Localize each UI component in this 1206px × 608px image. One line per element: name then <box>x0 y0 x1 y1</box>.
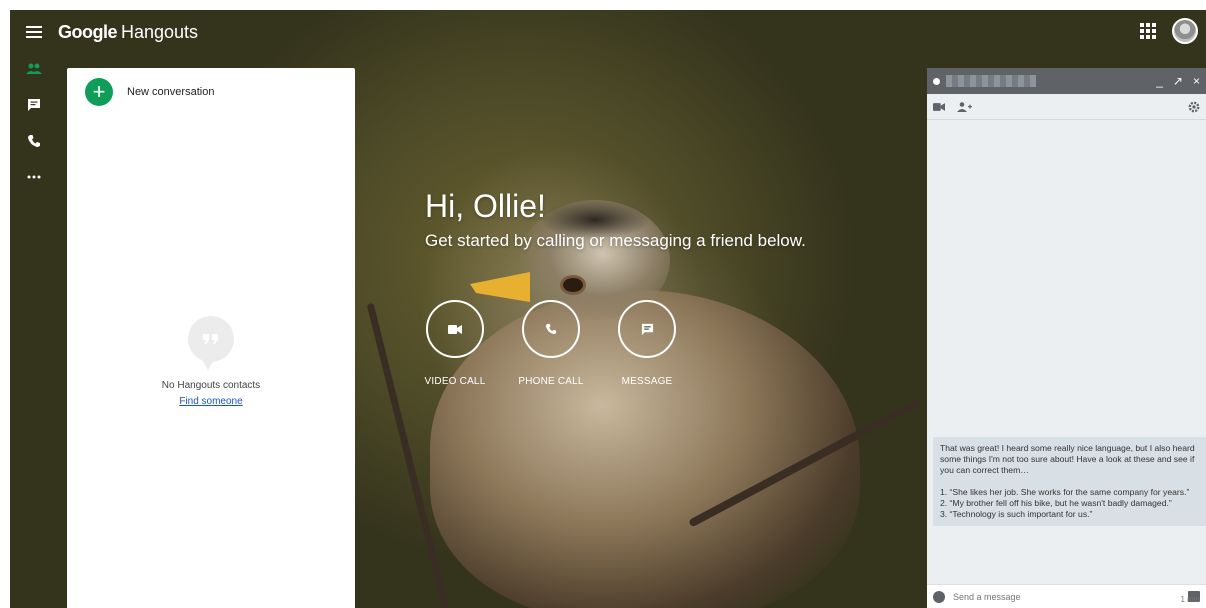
menu-icon <box>26 26 42 38</box>
greeting-title: Hi, Ollie! <box>425 188 546 224</box>
chat-input-bar <box>927 584 1206 608</box>
chat-toolbar <box>927 94 1206 120</box>
action-buttons: VIDEO CALL PHONE CALL MESSAGE <box>425 300 677 387</box>
video-call-button[interactable]: VIDEO CALL <box>425 300 485 387</box>
popout-button[interactable]: ↗ <box>1173 74 1183 88</box>
message-bubble: That was great! I heard some really nice… <box>933 437 1206 526</box>
rail-item-more[interactable] <box>19 166 49 188</box>
gear-icon[interactable] <box>1188 101 1200 113</box>
video-camera-icon[interactable] <box>933 102 945 111</box>
rail-item-messages[interactable] <box>19 94 49 116</box>
app-bar: Google Hangouts <box>10 10 1206 54</box>
video-camera-icon <box>448 324 462 334</box>
greeting: Hi, Ollie! Get started by calling or mes… <box>425 188 806 251</box>
video-call-label: VIDEO CALL <box>424 376 486 387</box>
chat-header-controls: _ ↗ × <box>1156 74 1200 88</box>
find-someone-link[interactable]: Find someone <box>179 396 242 407</box>
contacts-panel: + New conversation No Hangouts contacts … <box>67 68 355 608</box>
phone-icon <box>545 323 557 335</box>
rail-item-contacts[interactable] <box>19 58 49 80</box>
status-dot <box>933 77 940 85</box>
message-label: MESSAGE <box>621 376 673 387</box>
video-call-circle[interactable] <box>426 300 484 358</box>
message-item-1: 1. “She likes her job. She works for the… <box>940 487 1190 497</box>
quote-icon <box>188 316 234 370</box>
chat-header[interactable]: _ ↗ × <box>927 68 1206 94</box>
bird-eye <box>563 278 583 292</box>
greeting-subtitle: Get started by calling or messaging a fr… <box>425 231 806 250</box>
app-title: Google Hangouts <box>58 22 198 43</box>
phone-call-circle[interactable] <box>522 300 580 358</box>
message-circle[interactable] <box>618 300 676 358</box>
empty-state-text: No Hangouts contacts <box>161 380 261 391</box>
send-message-input[interactable] <box>953 591 1180 602</box>
frame-top <box>0 0 1206 10</box>
phone-icon <box>28 135 40 147</box>
close-button[interactable]: × <box>1193 74 1200 88</box>
message-button[interactable]: MESSAGE <box>617 300 677 387</box>
message-icon <box>28 99 40 111</box>
left-rail <box>10 58 58 188</box>
people-icon <box>26 63 42 74</box>
chat-window: _ ↗ × That was great! I heard some reall… <box>927 68 1206 608</box>
message-icon <box>641 323 653 335</box>
app-title-brand: Google <box>58 21 118 42</box>
more-icon <box>27 175 41 179</box>
avatar[interactable] <box>1172 18 1198 44</box>
new-conversation-button[interactable]: + New conversation <box>67 68 355 116</box>
add-person-icon[interactable] <box>957 101 972 112</box>
frame-left <box>0 0 10 608</box>
empty-state: No Hangouts contacts Find someone <box>67 316 355 409</box>
chat-body: That was great! I heard some really nice… <box>927 120 1206 604</box>
new-conversation-label: New conversation <box>127 86 215 98</box>
chat-contact-name-redacted <box>946 75 1036 87</box>
message-item-2: 2. “My brother fell off his bike, but he… <box>940 498 1172 508</box>
plus-icon: + <box>85 78 113 106</box>
minimize-button[interactable]: _ <box>1156 74 1163 88</box>
phone-call-button[interactable]: PHONE CALL <box>518 300 584 387</box>
emoji-icon[interactable] <box>933 590 945 603</box>
message-text-intro: That was great! I heard some really nice… <box>940 443 1195 475</box>
phone-call-label: PHONE CALL <box>518 376 584 387</box>
apps-grid-icon[interactable] <box>1138 21 1158 41</box>
menu-button[interactable] <box>10 10 58 54</box>
appbar-right <box>1138 18 1198 44</box>
rail-item-phone[interactable] <box>19 130 49 152</box>
app-title-product: Hangouts <box>121 21 199 42</box>
message-timestamp: 1 min <box>1180 595 1200 604</box>
message-item-3: 3. “Technology is such important for us.… <box>940 509 1093 519</box>
